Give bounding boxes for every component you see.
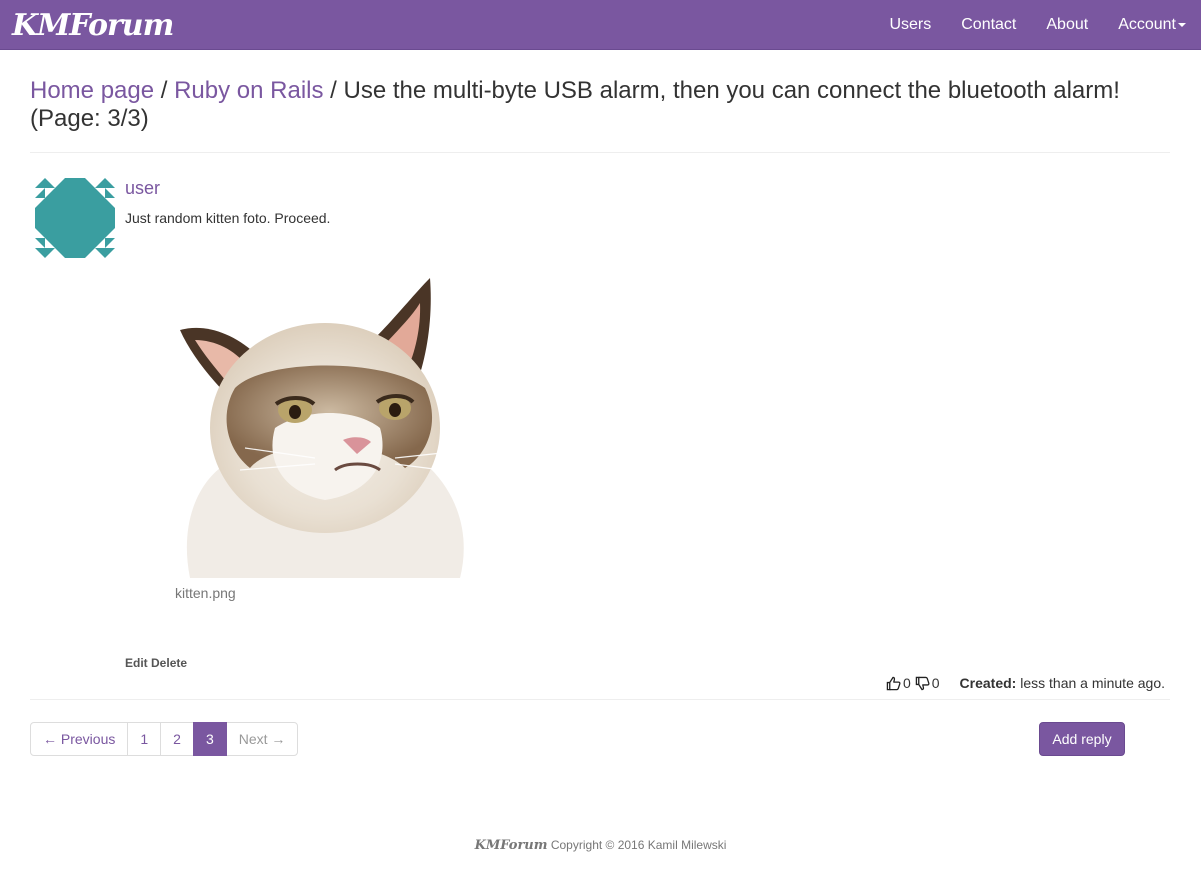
pagination-next[interactable]: Next → <box>225 722 299 756</box>
nav-account-dropdown[interactable]: Account <box>1103 0 1201 50</box>
brand-logo[interactable]: KMForum <box>12 5 174 45</box>
attachment-filename: kitten.png <box>175 585 236 601</box>
pagination: ← Previous 1 2 3 Next → <box>30 722 299 756</box>
avatar <box>35 178 115 258</box>
divider <box>30 699 1170 700</box>
delete-link[interactable]: Delete <box>151 656 187 670</box>
nav-menu: Users Contact About Account <box>874 0 1201 50</box>
like-count: 0 <box>902 675 911 691</box>
nav-account-label: Account <box>1118 16 1176 33</box>
post-author-link[interactable]: user <box>125 178 160 199</box>
footer-brand: KMForum <box>474 838 548 853</box>
breadcrumb-category-link[interactable]: Ruby on Rails <box>174 77 323 104</box>
navbar: KMForum Users Contact About Account <box>0 0 1201 50</box>
edit-link[interactable]: Edit <box>125 656 148 670</box>
pagination-page-1[interactable]: 1 <box>127 722 162 756</box>
post-meta: 0 0 Created: less than a minute ago. <box>886 674 1165 692</box>
created-label: Created: <box>959 675 1017 691</box>
caret-down-icon <box>1178 22 1186 27</box>
footer-copyright: Copyright © 2016 Kamil Milewski <box>550 838 727 852</box>
kitten-image <box>180 278 474 578</box>
created-value: less than a minute ago. <box>1020 675 1165 691</box>
breadcrumb-separator: / <box>154 77 175 104</box>
thumbs-down-icon <box>915 676 930 690</box>
dislike-button[interactable]: 0 <box>915 675 944 691</box>
page-title: Home page / Ruby on Rails / Use the mult… <box>30 77 1170 133</box>
post-actions: Edit Delete <box>125 656 187 670</box>
pagination-page-3-current[interactable]: 3 <box>192 722 227 756</box>
footer: KMForum Copyright © 2016 Kamil Milewski <box>0 838 1201 853</box>
pagination-previous[interactable]: ← Previous <box>30 722 129 756</box>
post-body: Just random kitten foto. Proceed. <box>125 210 331 226</box>
nav-contact[interactable]: Contact <box>946 0 1031 50</box>
breadcrumb-separator: / <box>323 77 344 104</box>
add-reply-button[interactable]: Add reply <box>1039 722 1125 756</box>
created-info: Created: less than a minute ago. <box>960 675 1165 691</box>
breadcrumb-home-link[interactable]: Home page <box>30 77 154 104</box>
attachment-image[interactable] <box>175 278 475 578</box>
dislike-count: 0 <box>931 675 940 691</box>
thumbs-up-icon <box>886 676 901 690</box>
divider <box>30 152 1170 153</box>
nav-about[interactable]: About <box>1031 0 1103 50</box>
nav-users[interactable]: Users <box>874 0 946 50</box>
like-button[interactable]: 0 <box>886 675 915 691</box>
topic-title: Use the multi-byte USB alarm, then you c… <box>343 77 1120 104</box>
pagination-page-2[interactable]: 2 <box>160 722 194 756</box>
page-indicator: (Page: 3/3) <box>30 105 149 132</box>
